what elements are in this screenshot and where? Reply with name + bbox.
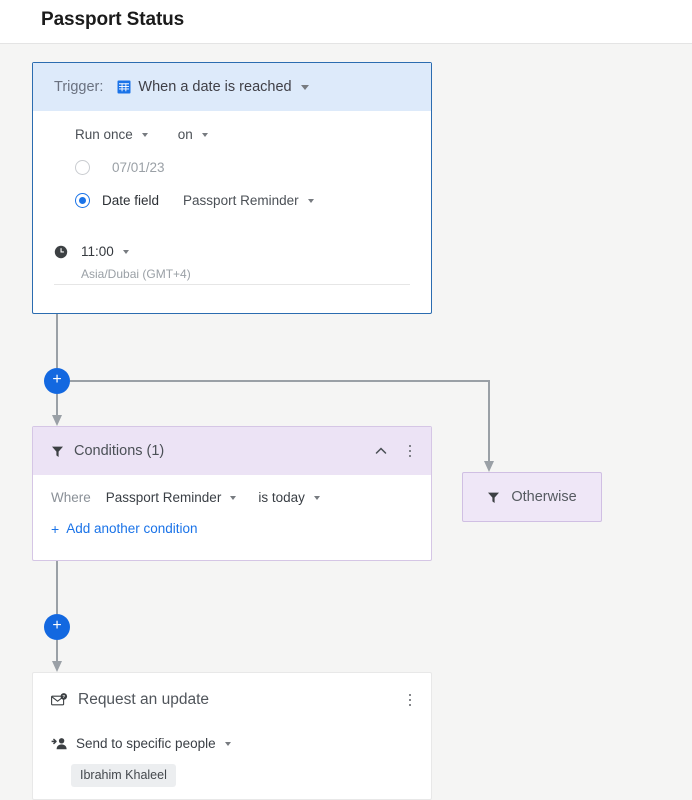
action-title: Request an update: [78, 691, 209, 708]
condition-field-select[interactable]: Passport Reminder: [106, 490, 222, 505]
conditions-header: Conditions (1): [33, 427, 431, 475]
kebab-dot: [408, 454, 412, 458]
plus-icon: +: [52, 617, 62, 634]
date-field-radio[interactable]: [75, 193, 90, 208]
recipient-mode-row: Send to specific people: [33, 736, 431, 751]
trigger-divider: [54, 284, 410, 285]
specific-date-option-row[interactable]: 07/01/23: [33, 160, 431, 175]
trigger-type-value[interactable]: When a date is reached: [138, 79, 291, 95]
action-card-request-update: ? Request an update Send to specific peo…: [32, 672, 432, 800]
plus-icon: +: [52, 371, 62, 388]
action-header: ? Request an update: [33, 673, 431, 709]
kebab-dot: [408, 444, 412, 448]
trigger-header: Trigger: When a date is reached: [33, 63, 431, 111]
chevron-down-icon[interactable]: [122, 249, 129, 254]
conditions-title: Conditions (1): [74, 443, 165, 459]
recipient-chip[interactable]: Ibrahim Khaleel: [71, 764, 176, 787]
page-title: Passport Status: [41, 9, 185, 30]
kebab-dot: [408, 449, 412, 453]
trigger-card: Trigger: When a date is reached Run once: [32, 62, 432, 314]
specific-date-radio[interactable]: [75, 160, 90, 175]
kebab-menu-icon[interactable]: [402, 692, 418, 708]
timezone-label: Asia/Dubai (GMT+4): [81, 267, 191, 281]
chevron-down-icon[interactable]: [224, 741, 231, 746]
kebab-menu-icon[interactable]: [402, 443, 418, 459]
where-label: Where: [51, 490, 91, 505]
date-field-option-row[interactable]: Date field Passport Reminder: [33, 193, 431, 208]
add-another-condition-label: Add another condition: [66, 521, 198, 536]
preposition-select[interactable]: on: [178, 127, 193, 142]
workflow-canvas: Trigger: When a date is reached Run once: [0, 45, 692, 800]
chevron-down-icon[interactable]: [230, 495, 237, 500]
calendar-grid-icon: [117, 80, 131, 94]
svg-text:?: ?: [62, 694, 65, 699]
add-step-button-2[interactable]: +: [44, 614, 70, 640]
page-header: Passport Status: [0, 0, 692, 44]
funnel-icon: [51, 445, 64, 458]
trigger-time-row: 11:00: [33, 244, 431, 259]
specific-date-value[interactable]: 07/01/23: [112, 160, 165, 175]
chevron-up-icon[interactable]: [373, 443, 389, 459]
chevron-down-icon[interactable]: [300, 84, 309, 90]
kebab-dot: [408, 698, 412, 702]
mail-question-icon: ?: [51, 692, 68, 708]
add-person-icon: [51, 737, 67, 750]
frequency-select[interactable]: Run once: [75, 127, 133, 142]
otherwise-branch-box[interactable]: Otherwise: [462, 472, 602, 522]
otherwise-label: Otherwise: [511, 489, 577, 505]
plus-icon: +: [51, 520, 60, 537]
chevron-down-icon[interactable]: [141, 132, 148, 137]
date-field-label: Date field: [102, 193, 160, 208]
clock-icon: [54, 245, 68, 259]
add-step-button-1[interactable]: +: [44, 368, 70, 394]
date-field-select[interactable]: Passport Reminder: [183, 193, 299, 208]
condition-row: Where Passport Reminder is today: [33, 475, 431, 505]
chevron-down-icon[interactable]: [201, 132, 208, 137]
funnel-icon: [487, 491, 500, 504]
conditions-card: Conditions (1) Where Passport Reminder i…: [32, 426, 432, 561]
trigger-label: Trigger:: [54, 79, 104, 95]
time-select[interactable]: 11:00: [81, 244, 114, 259]
trigger-schedule-row: Run once on: [33, 111, 431, 142]
chevron-down-icon[interactable]: [313, 495, 320, 500]
add-another-condition-button[interactable]: + Add another condition: [33, 521, 431, 536]
recipient-mode-select[interactable]: Send to specific people: [76, 736, 216, 751]
condition-operator-select[interactable]: is today: [258, 490, 305, 505]
chevron-down-icon[interactable]: [307, 198, 314, 203]
trigger-body: Run once on 07/01/23 Date field Passport…: [33, 111, 431, 285]
kebab-dot: [408, 703, 412, 707]
kebab-dot: [408, 693, 412, 697]
